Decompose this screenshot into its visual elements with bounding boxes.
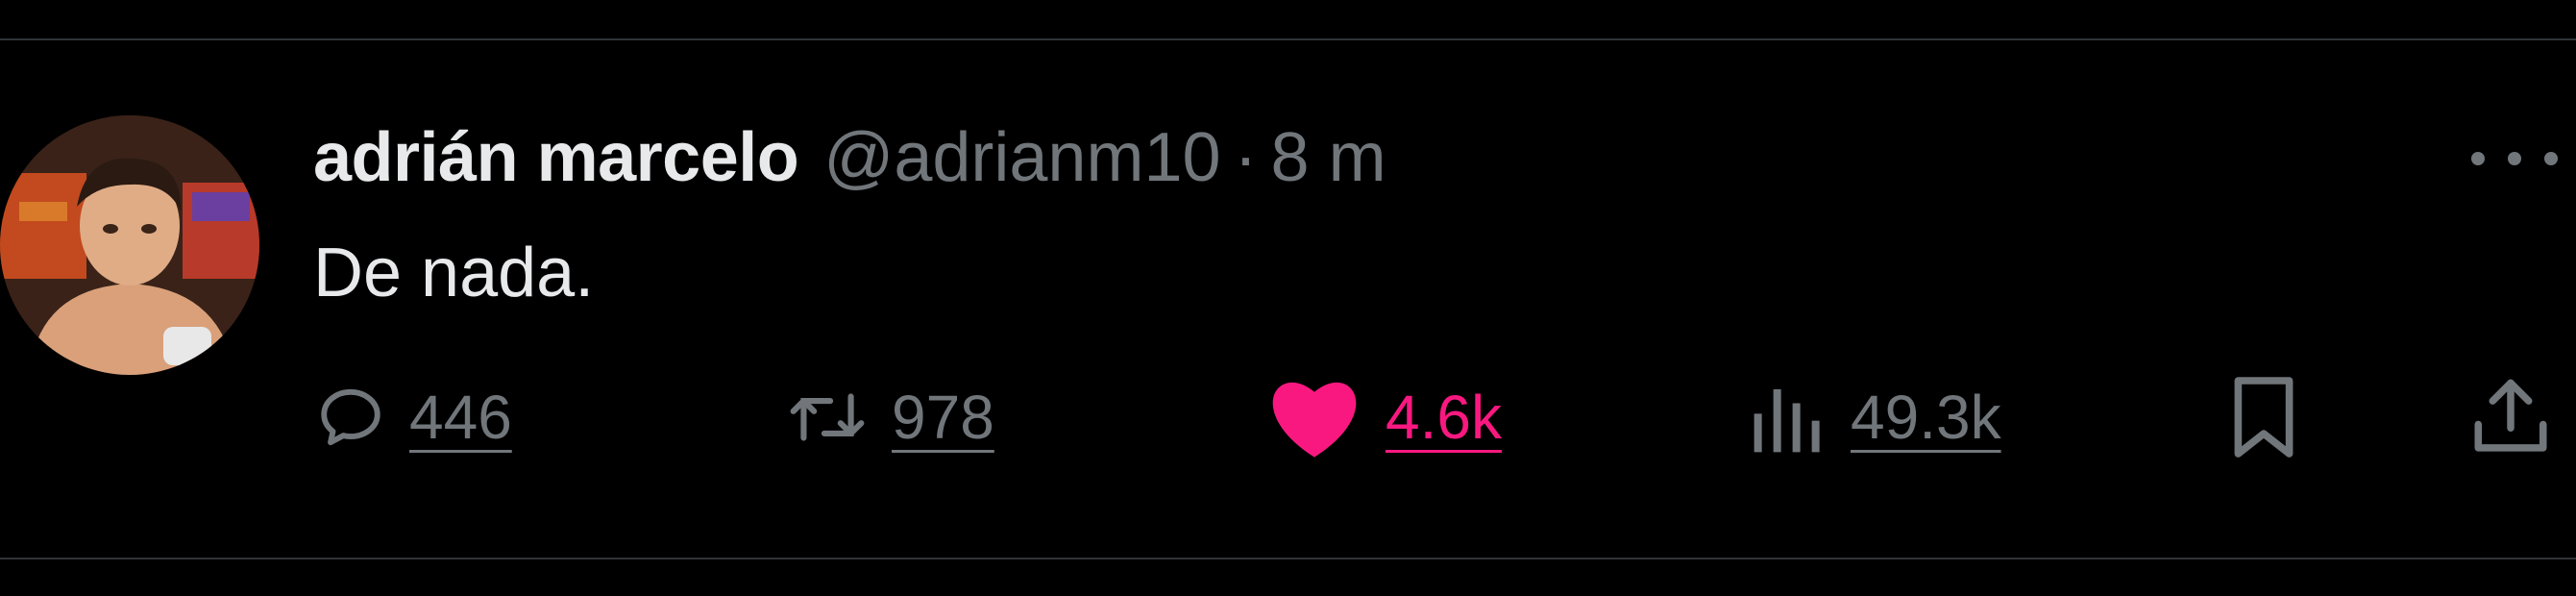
like-count[interactable]: 4.6k <box>1386 382 1502 453</box>
handle[interactable]: @adrianm10 <box>823 118 1220 197</box>
separator-dot: · <box>1234 119 1258 196</box>
tweet-card[interactable]: adrián marcelo @adrianm10 · 8 m De nada.… <box>0 0 2576 596</box>
avatar[interactable] <box>0 115 259 375</box>
avatar-photo <box>0 115 259 375</box>
more-icon <box>2508 152 2521 165</box>
more-icon <box>2544 152 2558 165</box>
tweet-header: adrián marcelo @adrianm10 · 8 m <box>313 113 1386 202</box>
reply-button[interactable]: 446 <box>315 369 512 465</box>
divider <box>0 38 2576 40</box>
repost-button[interactable]: 978 <box>786 369 994 465</box>
more-button[interactable] <box>2471 135 2558 183</box>
divider <box>0 558 2576 559</box>
timestamp[interactable]: 8 m <box>1271 118 1386 197</box>
like-button[interactable]: 4.6k <box>1266 369 1502 465</box>
views-icon <box>1754 388 1820 453</box>
bookmark-button[interactable] <box>2227 369 2300 465</box>
views-button[interactable]: 49.3k <box>1751 369 2001 465</box>
repost-icon <box>790 393 865 441</box>
display-name[interactable]: adrián marcelo <box>313 118 799 197</box>
share-button[interactable] <box>2467 369 2554 465</box>
heart-icon <box>1272 382 1357 458</box>
reply-count[interactable]: 446 <box>409 382 512 453</box>
repost-count[interactable]: 978 <box>892 382 994 453</box>
share-icon <box>2474 379 2547 452</box>
reply-icon <box>321 388 380 446</box>
tweet-text: De nada. <box>313 235 595 311</box>
more-icon <box>2471 152 2485 165</box>
views-count[interactable]: 49.3k <box>1851 382 2001 453</box>
bookmark-icon <box>2234 377 2294 458</box>
